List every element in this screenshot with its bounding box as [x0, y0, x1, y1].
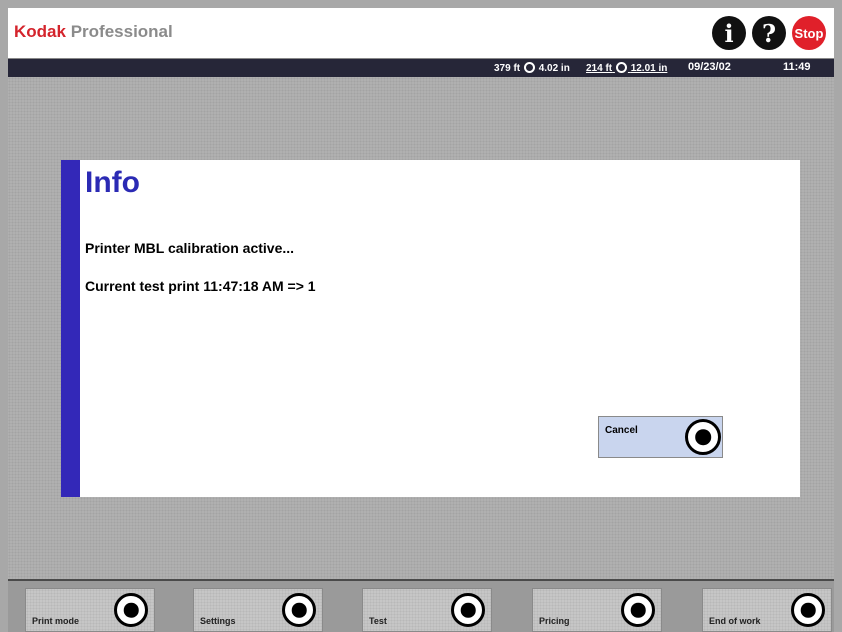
top-icons: i ? Stop [712, 16, 826, 50]
button-label: Print mode [32, 616, 80, 626]
brand-name: Kodak [14, 22, 66, 41]
help-icon[interactable]: ? [752, 16, 786, 50]
dialog-title: Info [85, 166, 140, 199]
info-icon[interactable]: i [712, 16, 746, 50]
dialog-message: Printer MBL calibration active... [85, 240, 295, 256]
stop-button[interactable]: Stop [792, 16, 826, 50]
dialog-detail: Current test print 11:47:18 AM => 1 [85, 278, 316, 294]
top-bar: Kodak Professional i ? Stop [8, 8, 834, 59]
status-bar: 379 ft 4.02 in 214 ft 12.01 in 09/23/02 … [8, 59, 834, 77]
button-label: Settings [200, 616, 236, 626]
reel-1-status: 379 ft 4.02 in [494, 62, 570, 74]
test-button[interactable]: Test [362, 588, 492, 632]
status-date: 09/23/02 [688, 61, 731, 73]
film-reel-icon [615, 62, 627, 73]
reel-1-length: 379 ft [494, 63, 521, 74]
pricing-button[interactable]: Pricing [532, 588, 662, 632]
knob-icon[interactable] [114, 593, 148, 627]
knob-icon[interactable] [282, 593, 316, 627]
end-of-work-button[interactable]: End of work [702, 588, 832, 632]
kodak-logo: Kodak Professional [14, 22, 173, 42]
function-bar: Print mode Settings Test Pricing End of … [8, 581, 834, 632]
cancel-knob-icon[interactable] [685, 419, 721, 455]
reel-1-width: 4.02 in [538, 63, 570, 74]
status-time: 11:49 [783, 61, 811, 73]
reel-2-length: 214 ft [586, 63, 613, 74]
cancel-button[interactable]: Cancel [598, 416, 723, 458]
settings-button[interactable]: Settings [193, 588, 323, 632]
reel-2-status: 214 ft 12.01 in [586, 62, 667, 74]
dialog-accent-stripe [61, 160, 80, 497]
film-reel-icon [523, 62, 535, 73]
knob-icon[interactable] [791, 593, 825, 627]
button-label: Pricing [539, 616, 570, 626]
print-mode-button[interactable]: Print mode [25, 588, 155, 632]
knob-icon[interactable] [621, 593, 655, 627]
button-label: Test [369, 616, 387, 626]
cancel-label: Cancel [605, 425, 638, 436]
knob-icon[interactable] [451, 593, 485, 627]
brand-suffix: Professional [70, 22, 173, 41]
reel-2-width: 12.01 in [630, 63, 668, 74]
info-dialog: Info Printer MBL calibration active... C… [61, 160, 800, 497]
button-label: End of work [709, 616, 761, 626]
